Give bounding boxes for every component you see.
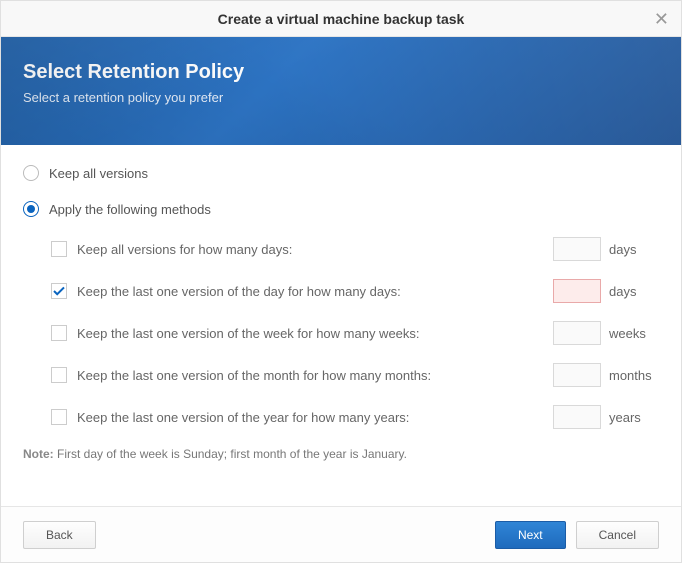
content-area: Keep all versions Apply the following me… [1,145,681,461]
retention-value-input[interactable] [553,363,601,387]
dialog-title: Create a virtual machine backup task [218,11,465,27]
retention-checkbox[interactable] [51,283,67,299]
retention-option-row: Keep the last one version of the month f… [51,363,659,387]
cancel-button[interactable]: Cancel [576,521,659,549]
retention-checkbox[interactable] [51,325,67,341]
retention-option-label: Keep the last one version of the day for… [77,284,545,299]
radio-keep-all-row: Keep all versions [23,165,659,181]
retention-option-label: Keep all versions for how many days: [77,242,545,257]
title-bar: Create a virtual machine backup task ✕ [1,1,681,37]
footer: Back Next Cancel [1,506,681,562]
radio-apply-methods-row: Apply the following methods [23,201,659,217]
retention-value-input[interactable] [553,279,601,303]
retention-unit-label: months [609,368,659,383]
retention-checkbox[interactable] [51,241,67,257]
banner-heading: Select Retention Policy [23,61,659,84]
note-prefix: Note: [23,447,54,461]
note-text: First day of the week is Sunday; first m… [57,447,407,461]
retention-checkbox[interactable] [51,409,67,425]
retention-option-row: Keep the last one version of the week fo… [51,321,659,345]
banner: Select Retention Policy Select a retenti… [1,37,681,145]
methods-list: Keep all versions for how many days: days… [23,237,659,429]
retention-option-row: Keep all versions for how many days: days [51,237,659,261]
retention-unit-label: days [609,284,659,299]
next-button[interactable]: Next [495,521,566,549]
radio-apply-methods[interactable] [23,201,39,217]
retention-unit-label: days [609,242,659,257]
retention-option-label: Keep the last one version of the week fo… [77,326,545,341]
retention-option-label: Keep the last one version of the year fo… [77,410,545,425]
check-icon [53,285,65,297]
retention-value-input[interactable] [553,405,601,429]
radio-keep-all[interactable] [23,165,39,181]
retention-checkbox[interactable] [51,367,67,383]
back-button[interactable]: Back [23,521,96,549]
note: Note: First day of the week is Sunday; f… [23,447,659,461]
close-icon[interactable]: ✕ [654,10,669,28]
retention-value-input[interactable] [553,237,601,261]
retention-unit-label: years [609,410,659,425]
radio-apply-methods-label[interactable]: Apply the following methods [49,202,211,217]
retention-option-row: Keep the last one version of the year fo… [51,405,659,429]
retention-value-input[interactable] [553,321,601,345]
retention-option-label: Keep the last one version of the month f… [77,368,545,383]
radio-keep-all-label[interactable]: Keep all versions [49,166,148,181]
retention-unit-label: weeks [609,326,659,341]
retention-option-row: Keep the last one version of the day for… [51,279,659,303]
banner-subheading: Select a retention policy you prefer [23,90,659,105]
